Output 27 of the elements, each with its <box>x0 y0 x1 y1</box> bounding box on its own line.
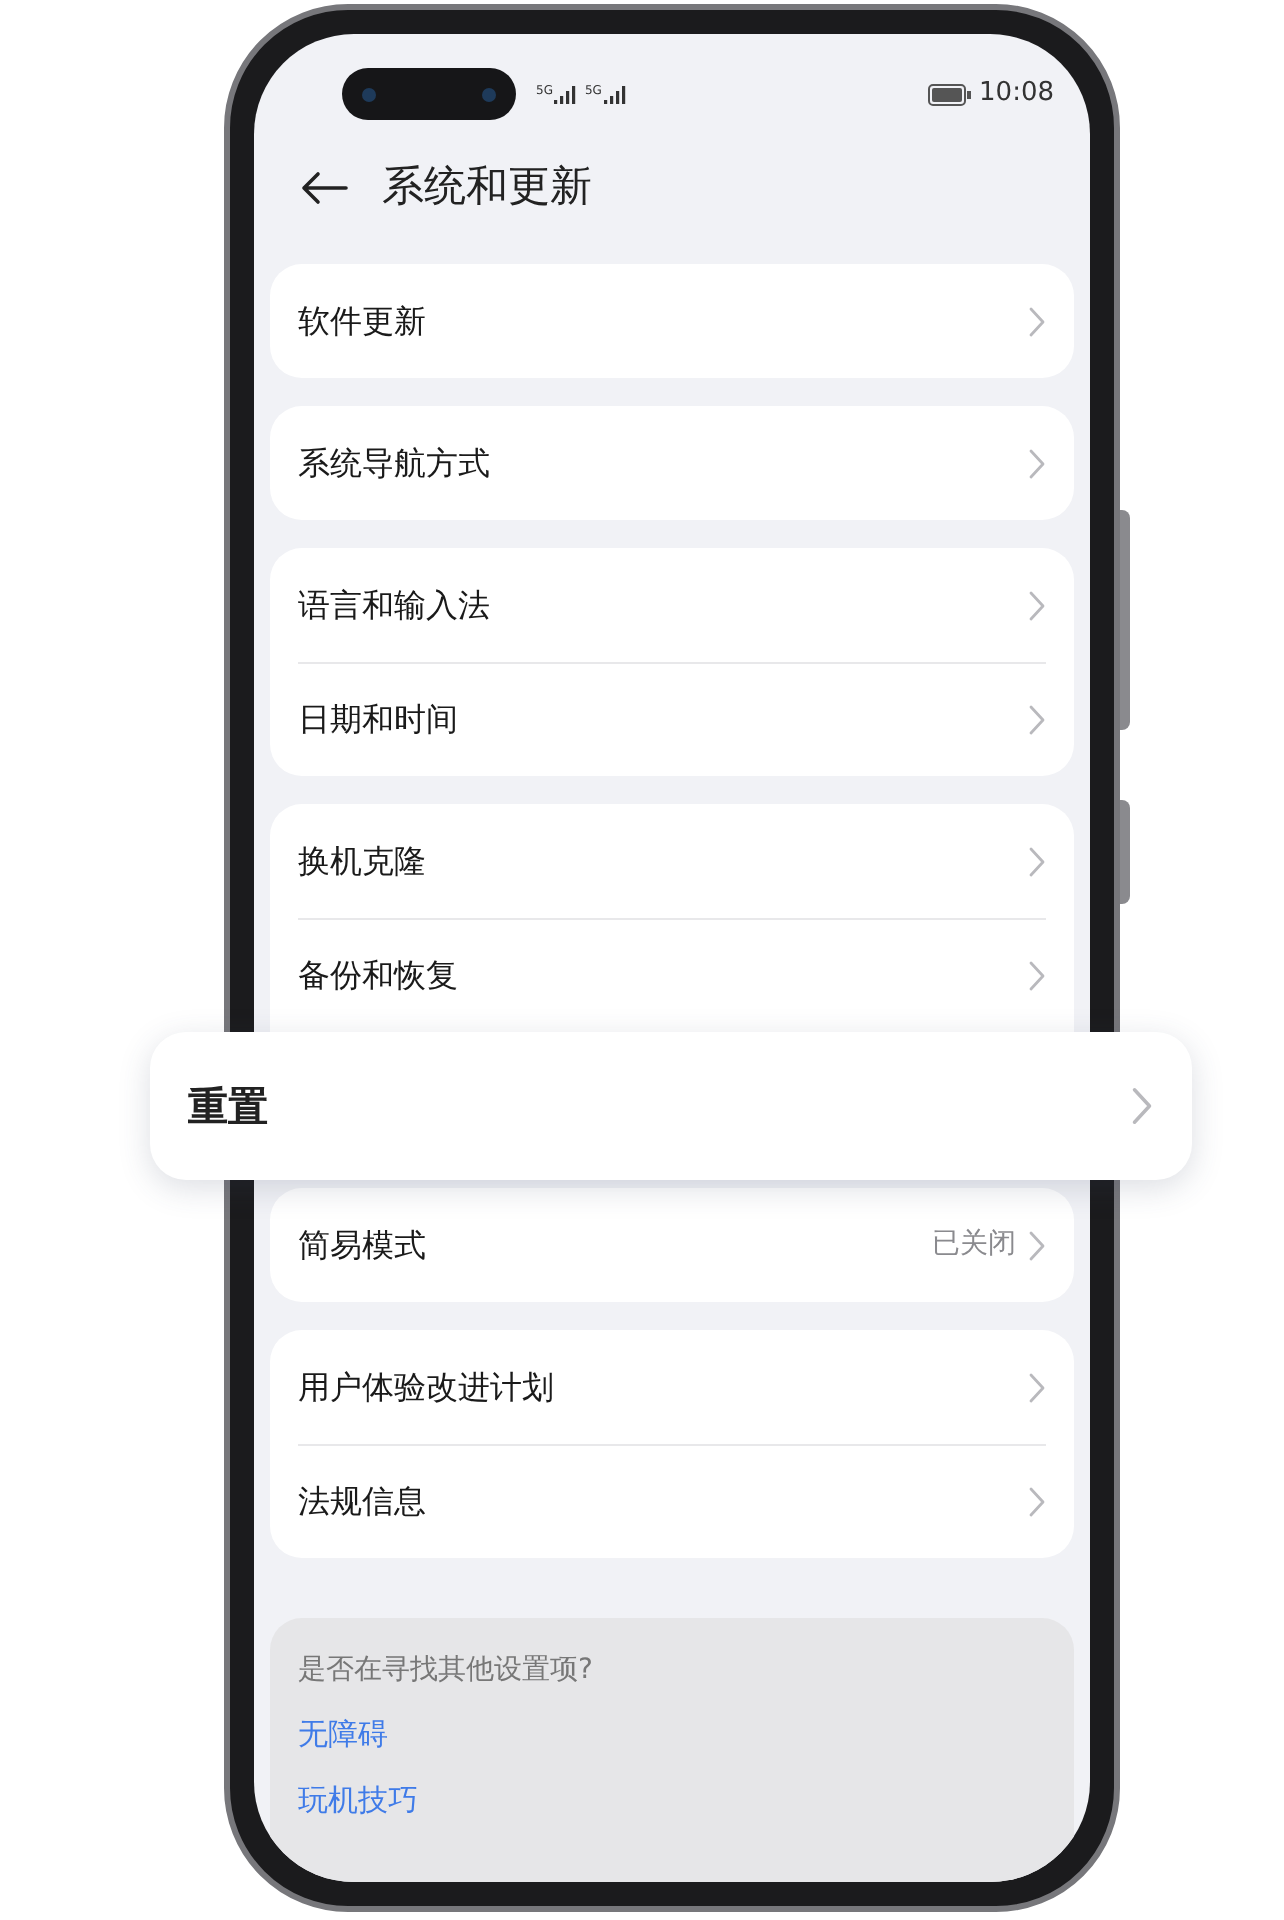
suggestion-title: 是否在寻找其他设置项? <box>298 1652 595 1690</box>
settings-item[interactable]: 换机克隆 <box>298 804 1046 918</box>
signal-icon <box>554 85 579 103</box>
signal-icon <box>603 85 628 103</box>
settings-item[interactable]: 法规信息 <box>298 1444 1046 1558</box>
chevron-icon <box>1028 589 1046 621</box>
reset-item[interactable]: 重置 <box>150 1032 1192 1180</box>
page-title: 系统和更新 <box>382 160 592 215</box>
chevron-icon <box>1028 704 1046 736</box>
settings-item[interactable]: 软件更新 <box>298 264 1046 378</box>
settings-item[interactable]: 用户体验改进计划 <box>298 1330 1046 1444</box>
chevron-icon <box>1028 1229 1046 1261</box>
battery-icon <box>927 83 972 105</box>
chevron-icon <box>1028 1486 1046 1518</box>
chevron-icon <box>1028 1371 1046 1403</box>
chevron-icon <box>1028 960 1046 992</box>
settings-item[interactable]: 简易模式 已关闭 <box>298 1188 1046 1302</box>
settings-item[interactable]: 语言和输入法 <box>298 548 1046 662</box>
right-side-button[interactable] <box>1120 800 1130 904</box>
item-value: 已关闭 <box>932 1226 1016 1264</box>
chevron-icon <box>1130 1086 1154 1126</box>
settings-item[interactable]: 日期和时间 <box>298 662 1046 776</box>
chevron-icon <box>1028 447 1046 479</box>
chevron-icon <box>1028 845 1046 877</box>
settings-item[interactable]: 系统导航方式 <box>298 406 1046 520</box>
clock: 10:08 <box>979 76 1054 113</box>
chevron-icon <box>1028 305 1046 337</box>
